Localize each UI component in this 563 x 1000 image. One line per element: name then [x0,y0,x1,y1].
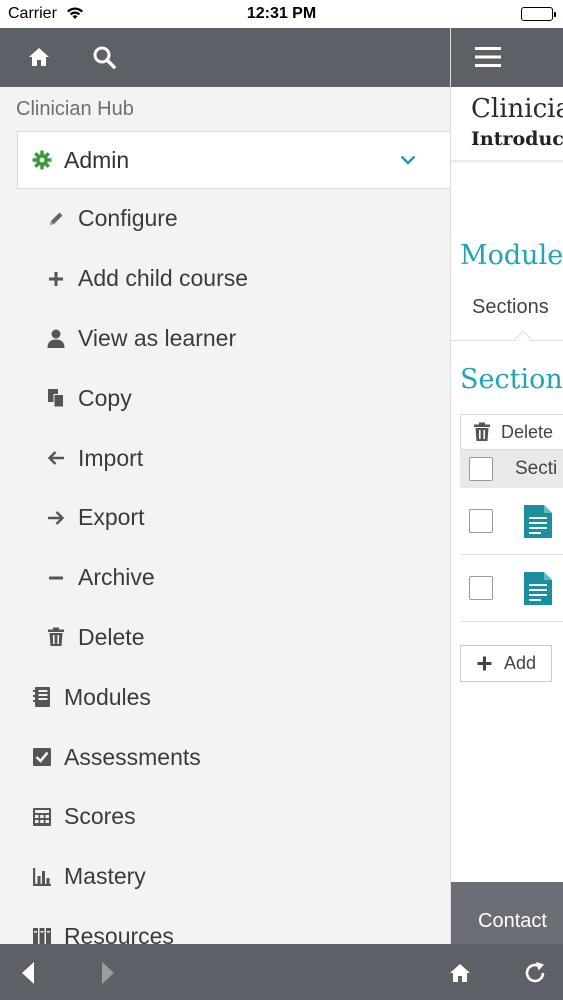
menu-item-archive[interactable]: Archive [0,548,450,608]
menu-item-mastery[interactable]: Mastery [0,847,450,907]
plus-icon [477,656,492,671]
menu-item-configure[interactable]: Configure [0,189,450,249]
menu-item-label: Import [78,444,144,471]
admin-label: Admin [64,146,130,173]
menu-item-copy[interactable]: Copy [0,368,450,428]
arrow-left-icon [46,447,66,469]
sections-table: Delete Secti [460,414,563,622]
header-divider [451,160,563,164]
tab-sections[interactable]: Sections [472,296,549,319]
document-icon [523,504,553,539]
document-icon [523,571,553,606]
minus-icon [46,567,66,589]
add-section-button[interactable]: Add [460,645,552,682]
home-icon [29,48,49,66]
table-row[interactable] [460,555,563,622]
menu-item-label: Export [78,504,145,531]
row-checkbox[interactable] [469,509,493,533]
nav-drawer: Clinician Hub Admin Configure Add child … [0,28,450,944]
sections-heading: Section [460,364,563,395]
triangle-right-icon [102,962,114,984]
menu-item-add-child-course[interactable]: Add child course [0,249,450,309]
plus-icon [46,268,66,290]
menu-item-label: Scores [64,803,136,830]
contact-link[interactable]: Contact [478,910,547,933]
delete-label: Delete [501,421,554,442]
drawer-header [0,28,450,87]
add-label: Add [504,653,537,673]
content-footer: Contact [451,882,563,944]
module-heading: Module [460,240,563,271]
menu-item-modules[interactable]: Modules [0,667,450,727]
menu-item-scores[interactable]: Scores [0,787,450,847]
menu-item-label: Add child course [78,265,249,292]
menu-item-label: Archive [78,564,155,591]
menu-item-delete[interactable]: Delete [0,608,450,668]
hub-title: Clinician Hub [16,98,134,120]
course-title: Clinicia [471,94,563,124]
admin-menu-toggle[interactable]: Admin [17,131,450,189]
menu-item-label: Configure [78,205,178,232]
books-icon [32,925,52,944]
gear-icon [32,150,52,170]
row-checkbox[interactable] [469,576,493,600]
home-icon [450,964,470,982]
menu-item-export[interactable]: Export [0,488,450,548]
menu-item-label: Resources [64,922,174,944]
tab-indicator [514,330,532,348]
checkbox-icon [32,746,52,768]
reload-icon [525,962,545,983]
menu-item-label: Mastery [64,863,146,890]
chevron-down-icon [400,152,416,170]
menu-item-import[interactable]: Import [0,428,450,488]
menu-item-assessments[interactable]: Assessments [0,727,450,787]
clock-time: 12:31 PM [246,5,317,22]
course-content-panel: Clinicia Introduct Module Sections Secti… [450,28,563,944]
column-header-section: Secti [515,458,558,479]
calculator-icon [32,806,52,828]
battery-icon [521,7,556,21]
menu-item-label: Copy [78,384,132,411]
back-button[interactable] [14,959,42,987]
bar-chart-icon [32,866,52,888]
pencil-icon [46,208,66,230]
search-icon [93,46,116,69]
menu-button[interactable] [475,46,501,73]
triangle-left-icon [22,962,34,984]
menu-item-label: View as learner [78,324,237,351]
menu-item-label: Modules [64,683,151,710]
table-row[interactable] [460,488,563,555]
home-button[interactable] [24,42,54,72]
notebook-icon [32,686,52,708]
course-subtitle: Introduct [471,128,563,150]
home-button[interactable] [446,959,474,987]
tab-divider [451,340,563,341]
bottom-toolbar [0,944,563,1000]
person-icon [46,327,66,349]
search-button[interactable] [89,42,119,72]
menu-item-resources[interactable]: Resources [0,907,450,944]
content-header-bar [451,28,563,87]
select-all-checkbox[interactable] [469,457,493,481]
trash-icon [474,422,490,441]
menu-item-label: Assessments [64,743,201,770]
hamburger-icon [475,47,501,67]
status-bar: Carrier 12:31 PM [0,0,563,28]
delete-button[interactable]: Delete [460,414,563,450]
arrow-right-icon [46,507,66,529]
forward-button[interactable] [94,959,122,987]
table-header: Secti [460,450,563,488]
copy-icon [46,387,66,409]
menu-item-view-as-learner[interactable]: View as learner [0,309,450,369]
menu-item-label: Delete [78,623,145,650]
trash-icon [46,626,66,648]
reload-button[interactable] [521,959,549,987]
